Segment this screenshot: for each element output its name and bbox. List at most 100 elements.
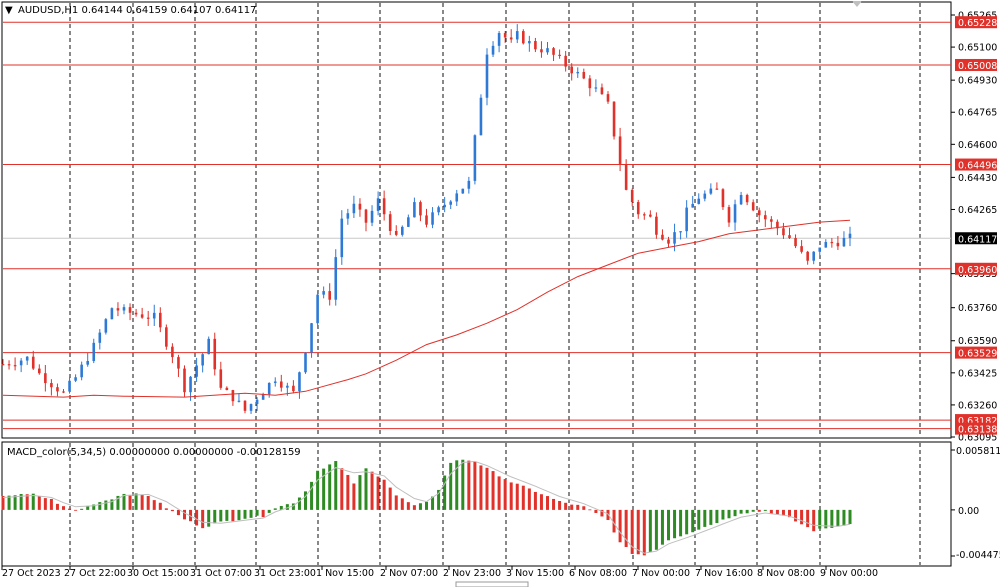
bull-candle-body: [249, 404, 253, 411]
macd-bar-rising: [654, 509, 658, 550]
macd-bar-falling: [576, 504, 580, 510]
macd-tick-label: 0.0058110: [956, 446, 1000, 457]
bull-candle-body: [334, 257, 338, 300]
bull-candle-body: [733, 204, 737, 223]
bear-candle-body: [770, 219, 773, 222]
macd-bar-rising: [648, 509, 652, 553]
macd-bar-falling: [43, 498, 47, 510]
bull-candle-body: [122, 307, 126, 311]
bear-candle-body: [788, 235, 791, 239]
bear-candle-body: [745, 194, 749, 203]
bull-candle-body: [437, 207, 440, 213]
bull-candle-body: [703, 193, 707, 199]
bull-candle-body: [491, 45, 495, 55]
bull-candle-body: [286, 385, 289, 388]
scrollbar-thumb[interactable]: [455, 581, 529, 587]
time-tick-label: 3 Nov 15:00: [506, 568, 564, 579]
macd-bar-rising: [836, 509, 840, 527]
bear-candle-body: [56, 387, 59, 392]
time-tick-label: 1 Nov 15:00: [316, 568, 374, 579]
macd-bar-falling: [509, 482, 513, 510]
bear-candle-body: [13, 365, 17, 367]
price-tick-label: 0.64265: [958, 205, 997, 216]
bull-candle-body: [25, 356, 29, 361]
bull-candle-body: [310, 323, 313, 353]
macd-bar-rising: [697, 509, 701, 530]
macd-bar-rising: [80, 508, 84, 510]
bear-candle-body: [328, 291, 331, 300]
macd-bar-falling: [352, 483, 356, 510]
bear-candle-body: [643, 214, 646, 216]
bull-candle-body: [485, 54, 489, 98]
macd-bar-rising: [207, 509, 211, 527]
bear-candle-body: [661, 234, 664, 240]
macd-bar-rising: [745, 509, 749, 514]
macd-bar-falling: [794, 509, 798, 522]
bull-candle-body: [304, 352, 307, 373]
price-tick-label: 0.65100: [958, 43, 997, 54]
macd-bar-falling: [769, 509, 773, 514]
macd-bar-falling: [140, 494, 144, 510]
bear-candle-body: [655, 216, 658, 235]
bear-candle-body: [159, 312, 162, 328]
macd-bar-falling: [467, 460, 471, 510]
macd-bar-falling: [552, 498, 556, 510]
level-tag-label: 0.65228: [958, 18, 997, 29]
macd-tick-label: 0.00: [958, 506, 979, 517]
macd-bar-falling: [388, 487, 392, 510]
macd-bar-falling: [146, 495, 150, 510]
bull-candle-body: [528, 41, 531, 44]
level-tag-label: 0.63138: [958, 425, 997, 436]
time-tick-label: 2 Nov 07:00: [380, 568, 438, 579]
price-tick-label: 0.64765: [958, 108, 997, 119]
macd-bar-falling: [176, 509, 180, 516]
time-tick-label: 31 Oct 07:00: [190, 568, 252, 579]
bear-candle-body: [751, 202, 755, 211]
macd-bar-falling: [570, 504, 574, 510]
bear-candle-body: [50, 383, 53, 388]
bull-candle-body: [546, 48, 549, 53]
bull-candle-body: [431, 212, 434, 225]
macd-tick-label: -0.0044757: [956, 550, 1000, 561]
bear-candle-body: [38, 368, 41, 374]
bull-candle-body: [273, 381, 277, 383]
bull-candle-body: [824, 241, 828, 248]
bull-candle-body: [413, 202, 416, 218]
bull-candle-body: [739, 194, 743, 205]
macd-bar-falling: [370, 471, 374, 510]
macd-bar-falling: [485, 467, 489, 510]
bull-candle-body: [455, 193, 459, 202]
bull-candle-body: [576, 71, 580, 74]
macd-bar-rising: [461, 459, 465, 510]
macd-bar-rising: [316, 470, 320, 510]
bull-candle-body: [594, 87, 598, 89]
macd-bar-falling: [497, 476, 501, 510]
bear-candle-body: [44, 373, 47, 384]
header-marker[interactable]: ▼: [5, 5, 13, 16]
bear-candle-body: [62, 391, 65, 393]
macd-bar-falling: [491, 471, 495, 510]
macd-bar-rising: [830, 509, 834, 528]
macd-bar-falling: [183, 509, 186, 520]
macd-bar-rising: [213, 509, 217, 524]
bull-candle-body: [237, 400, 241, 402]
bear-candle-body: [231, 390, 235, 402]
bull-candle-body: [104, 319, 108, 333]
macd-bar-falling: [412, 505, 416, 510]
bear-candle-body: [806, 251, 809, 261]
time-tick-label: 31 Oct 23:00: [254, 568, 316, 579]
bear-candle-body: [243, 400, 247, 411]
bull-candle-body: [207, 338, 210, 355]
macd-bar-rising: [7, 495, 11, 510]
bull-candle-body: [110, 308, 114, 320]
bear-candle-body: [612, 101, 616, 137]
bull-candle-body: [376, 198, 380, 211]
time-tick-label: 7 Nov 00:00: [632, 568, 690, 579]
macd-bar-falling: [25, 494, 29, 510]
bear-candle-body: [425, 215, 428, 225]
bear-candle-body: [800, 246, 803, 252]
macd-bar-rising: [364, 468, 368, 510]
macd-bar-falling: [515, 483, 519, 510]
macd-bar-falling: [152, 500, 156, 510]
bull-candle-body: [449, 201, 452, 205]
